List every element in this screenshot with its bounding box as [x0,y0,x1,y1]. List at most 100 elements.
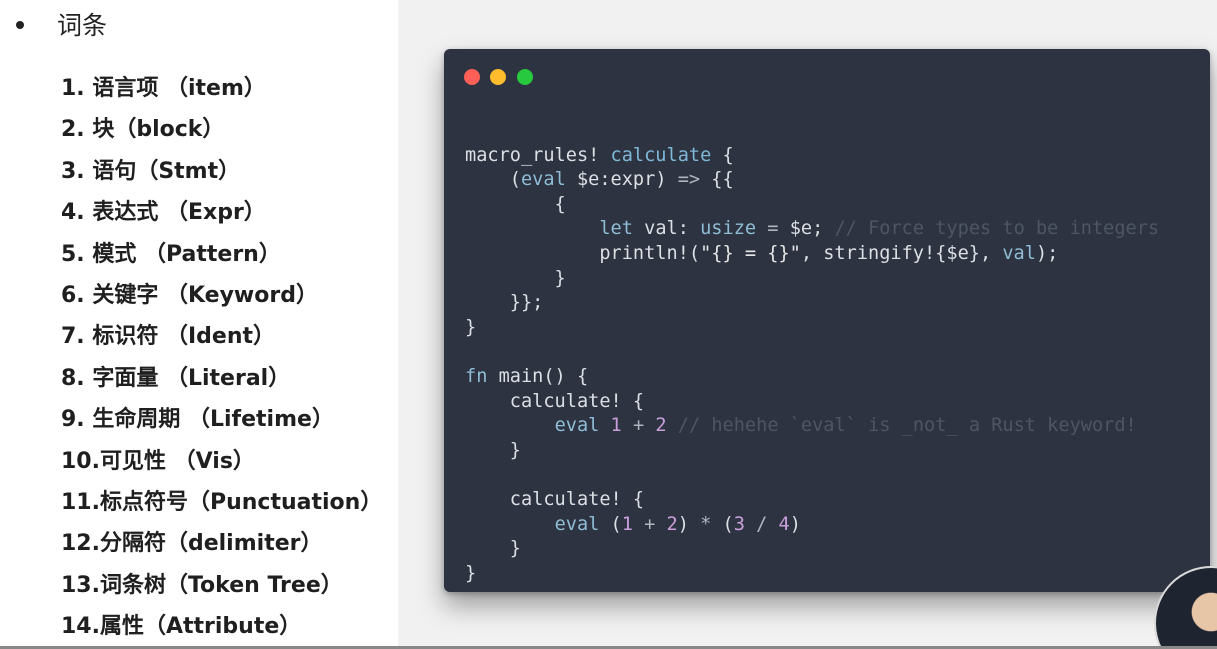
code-token: calculate! { [465,488,645,510]
code-token: } [465,267,566,289]
code-token: // hehehe `eval` is _not_ a Rust keyword… [677,415,1137,437]
code-token: $e:expr) [565,169,678,191]
code-token: } [465,439,521,461]
code-token: $e; [778,218,835,240]
code-token: // Force types to be integers [834,218,1160,240]
code-block: macro_rules! calculate { (eval $e:expr) … [465,119,1159,586]
code-token: = [767,218,779,240]
code-line: let val: usize = $e; // Force types to b… [465,217,1159,242]
code-token: , stringify!{$e}, [800,242,1003,264]
term-item: 7. 标识符 （Ident） [61,324,276,350]
section-title: 词条 [57,11,108,40]
code-token: ( [599,513,622,535]
code-line: eval (1 + 2) * (3 / 4) [465,513,1159,538]
code-token: 2 [666,513,678,535]
code-token: calculate [610,144,712,166]
term-item: 8. 字面量 （Literal） [61,365,291,391]
term-item: 6. 关键字 （Keyword） [61,282,318,308]
code-token: { [465,193,566,215]
code-token: 2 [655,415,667,437]
code-line: (eval $e:expr) => {{ [465,168,1159,193]
code-window: macro_rules! calculate { (eval $e:expr) … [444,49,1210,592]
code-token: fn [465,365,488,387]
code-token: macro_rules! [465,144,611,166]
term-item: 3. 语句（Stmt） [61,158,241,184]
code-line: }}; [465,291,1159,316]
code-token: + [632,415,645,437]
code-token: eval [520,169,566,191]
code-token: } [465,538,521,560]
code-token: 3 [733,513,745,535]
term-item: 12.分隔符（delimiter） [61,531,323,557]
terms-panel: 词条 1. 语言项 （item） 2. 块（block） 3. 语句（Stmt） 4.… [0,0,398,649]
term-item: 4. 表达式 （Expr） [61,200,266,226]
brand-logo-icon [1037,0,1217,14]
term-item: 10.可见性 （Vis） [61,448,255,474]
term-item: 13.词条树（Token Tree） [61,572,343,598]
bullet-dot-icon [16,21,24,29]
code-line: { [465,193,1159,218]
code-token: eval [554,415,600,437]
term-item: 1. 语言项 （item） [61,76,266,101]
code-token: } [465,562,477,584]
code-token: 1 [610,415,622,437]
code-line: macro_rules! calculate { [465,144,1159,169]
term-item: 5. 模式 （Pattern） [61,241,281,267]
term-item: 11.标点符号（Punctuation） [61,489,383,515]
code-token: eval [554,513,600,535]
window-close-icon [464,69,480,85]
code-line: } [465,267,1159,292]
code-token: { [711,144,734,166]
code-line: calculate! { [465,488,1159,513]
code-token: usize [700,218,757,240]
presentation-slide: 词条 1. 语言项 （item） 2. 块（block） 3. 语句（Stmt） 4.… [0,0,1217,649]
term-item: 14.属性（Attribute） [61,614,302,640]
code-token: } [465,316,477,338]
code-token: }}; [465,292,544,314]
code-line: } [465,439,1159,464]
code-token: 1 [621,513,633,535]
code-token: val: [632,218,701,240]
terms-list: 1. 语言项 （item） 2. 块（block） 3. 语句（Stmt） 4. 表达… [61,70,382,649]
code-line: } [465,537,1159,562]
code-token: "{} = {}" [700,242,801,264]
code-token: ); [1035,242,1059,264]
code-token: ( [465,169,521,191]
code-token: {{ [700,169,734,191]
code-line: calculate! { [465,390,1159,415]
code-token: + [644,513,656,535]
term-item: 9. 生命周期 （Lifetime） [61,407,334,433]
code-line: } [465,562,1159,587]
code-token: ) [789,513,801,535]
code-token: => [677,169,701,191]
code-token: val [1002,242,1036,264]
code-line: } [465,316,1159,341]
code-token: ( [711,513,734,535]
code-token: println!( [465,242,701,264]
window-maximize-icon [517,69,533,85]
code-token: / [756,513,768,535]
window-minimize-icon [490,69,506,85]
code-token: let [599,218,633,240]
code-token: calculate! { [465,390,645,412]
code-token: ) [677,513,701,535]
term-item: 2. 块（block） [61,117,225,143]
code-line: println!("{} = {}", stringify!{$e}, val)… [465,242,1159,267]
code-token: main() { [487,365,589,387]
code-line: fn main() { [465,365,1159,390]
